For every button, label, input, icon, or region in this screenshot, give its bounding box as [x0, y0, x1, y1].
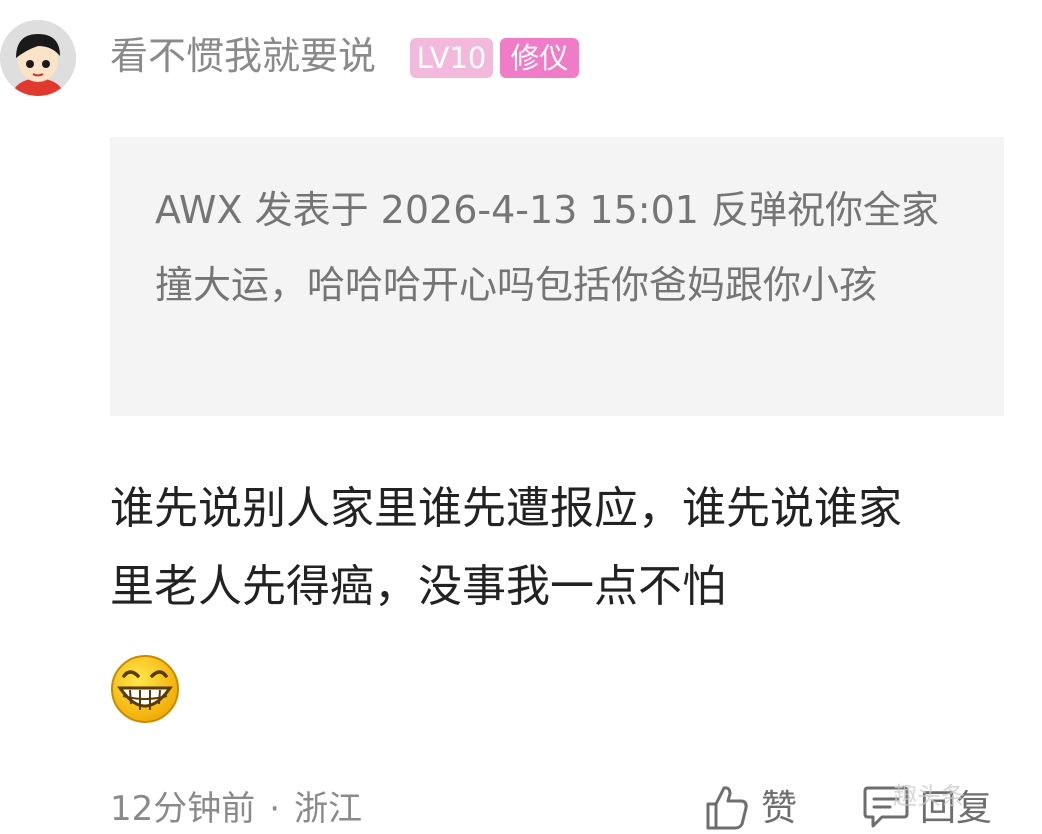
avatar-image — [0, 20, 76, 96]
comment-meta: 12分钟前 · 浙江 — [110, 784, 362, 834]
level-badge: LV10 — [410, 38, 493, 78]
like-label: 赞 — [761, 788, 798, 829]
comment-time: 12分钟前 — [110, 789, 256, 829]
watermark: 趣头条 — [893, 782, 965, 810]
quoted-reply[interactable]: AWX 发表于 2026-4-13 15:01 反弹祝你全家撞大运，哈哈哈开心吗… — [110, 137, 1004, 416]
thumbs-up-icon — [705, 784, 749, 834]
title-badge: 修仪 — [500, 38, 579, 78]
like-button[interactable]: 赞 — [705, 784, 797, 834]
quoted-reply-text: AWX 发表于 2026-4-13 15:01 反弹祝你全家撞大运，哈哈哈开心吗… — [155, 188, 940, 307]
grinning-face-emoji — [110, 654, 180, 724]
comment-location: 浙江 — [294, 789, 363, 829]
meta-separator: · — [269, 789, 281, 829]
avatar[interactable] — [0, 20, 76, 96]
username[interactable]: 看不惯我就要说 — [110, 32, 376, 80]
comment-body: 谁先说别人家里谁先遭报应，谁先说谁家里老人先得癌，没事我一点不怕 — [110, 483, 902, 612]
